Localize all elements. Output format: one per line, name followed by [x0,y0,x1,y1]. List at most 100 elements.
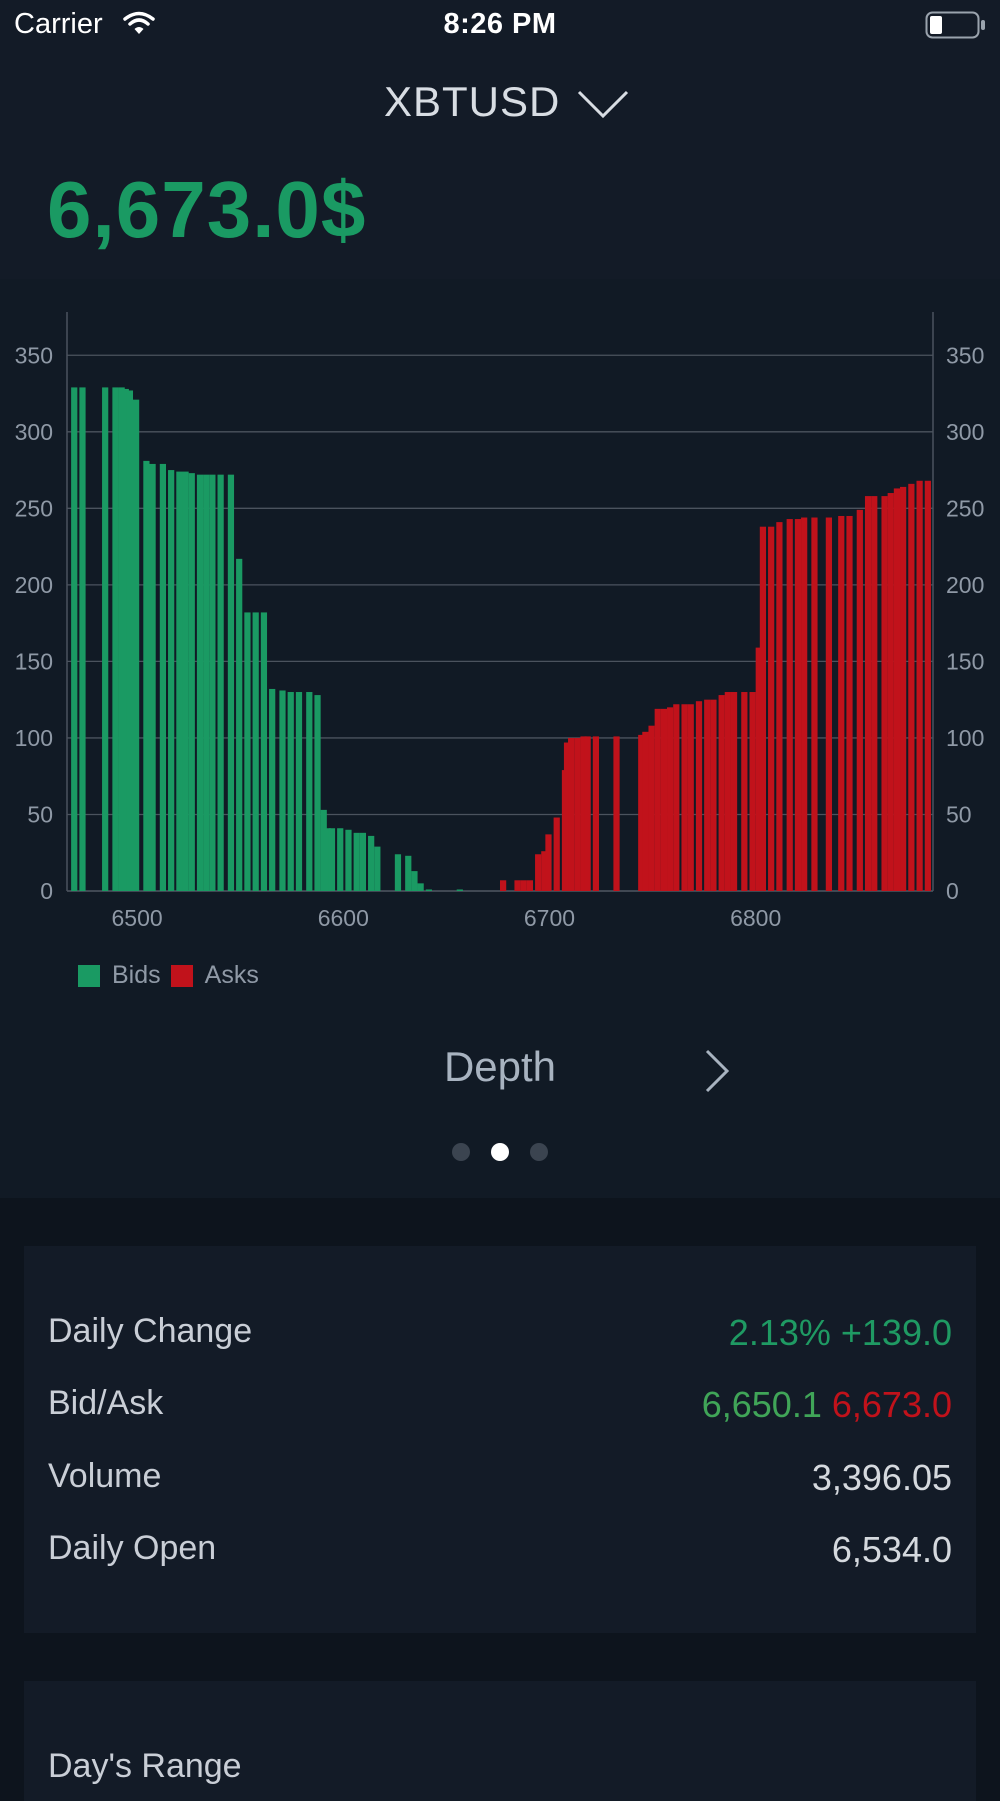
bid-depth-bar [188,473,195,891]
ask-depth-bar [856,509,863,891]
ask-depth-bar [710,699,717,891]
ask-depth-bar [724,692,731,891]
ask-depth-bar [838,515,845,891]
volume-label: Volume [48,1457,162,1495]
bid-depth-bar [417,883,424,891]
stats-card: Daily Change 2.13% +139.0 Bid/Ask 6,650.… [24,1246,976,1633]
ask-depth-bar [900,486,907,891]
ask-depth-bar [592,736,600,891]
ask-depth-bar [887,493,894,891]
ask-depth-bar [681,704,688,891]
y-tick-label-right: 100 [946,725,984,751]
volume-value: 3,396.05 [811,1457,952,1498]
y-tick-label-left: 200 [15,572,53,598]
y-tick-label-right: 250 [946,495,984,521]
status-time: 8:26 PM [443,8,557,40]
bid-depth-bar [394,854,402,891]
ask-depth-bar [741,692,748,891]
ask-depth-bar [881,496,888,891]
pager-title[interactable]: Depth [0,1043,1000,1091]
y-tick-label-right: 350 [946,342,984,368]
y-tick-label-left: 150 [15,648,53,674]
ask-depth-bar [794,519,802,891]
bid-depth-bar [143,460,150,891]
bid-depth-bar [112,387,119,891]
ask-depth-bar [730,692,738,891]
bid-ask-row: Bid/Ask 6,650.1 6,673.0 [48,1384,952,1434]
days-range-title: Day's Range [48,1747,242,1785]
daily-change-row: Daily Change 2.13% +139.0 [48,1312,952,1362]
chevron-right-icon[interactable] [703,1048,731,1099]
bid-depth-bar [411,871,418,891]
bid-ask-values: 6,650.1 6,673.0 [702,1384,952,1426]
bid-value: 6,650.1 [701,1384,822,1425]
bid-depth-bar [244,612,251,891]
page-dot-3[interactable] [530,1143,548,1161]
ask-depth-bar [648,725,655,891]
ask-depth-bar [749,692,756,891]
bid-depth-bar [328,828,336,891]
days-range-card: Day's Range [24,1681,976,1801]
y-tick-label-left: 50 [27,801,53,827]
y-tick-label-right: 50 [946,801,972,827]
ask-depth-bar [704,699,711,891]
symbol-selector[interactable]: XBTUSD [384,78,629,128]
daily-change-label: Daily Change [48,1312,253,1350]
bid-depth-bar [168,470,175,891]
depth-chart[interactable]: 0 0 50 50 100 100 150 150 200 200 250 250 300 300 350 3… [0,279,1000,939]
bid-depth-bar [203,474,210,891]
y-tick-label-right: 150 [946,648,984,674]
y-tick-label-left: 350 [15,342,53,368]
bid-depth-bar [102,387,109,891]
symbol-label: XBTUSD [384,78,561,125]
ask-value: 6,673.0 [831,1384,952,1425]
ask-depth-bar [667,707,674,891]
y-tick-label-left: 0 [40,878,53,904]
chevron-down-icon[interactable] [576,88,630,125]
x-tick-label: 6700 [524,905,575,931]
x-tick-label: 6500 [112,905,163,931]
ask-depth-bar [846,515,853,891]
page-dot-1[interactable] [452,1143,470,1161]
bid-depth-bar [314,695,321,891]
ask-depth-bar [584,736,591,891]
ask-depth-bar [654,708,661,891]
y-tick-label-right: 300 [946,419,984,445]
bid-depth-bar [196,474,204,891]
asks-legend-label: Asks [204,961,259,989]
bid-depth-bar [337,828,344,891]
bid-depth-bar [149,463,156,891]
bid-depth-bar [227,474,235,891]
bid-depth-bar [79,387,86,891]
ask-depth-bar [825,517,833,891]
ask-depth-bar [687,704,694,891]
ask-depth-bar [908,483,915,891]
ask-depth-bar [924,480,931,891]
chart-legend: Bids Asks [78,961,269,990]
ask-depth-bar [801,517,808,891]
bid-depth-bar [159,463,167,891]
ask-depth-bar [718,695,725,891]
ask-depth-bar [811,517,818,891]
ask-depth-bar [916,480,923,891]
ask-depth-bar [526,880,534,891]
y-tick-label-right: 200 [946,572,984,598]
bid-depth-bar [182,471,189,891]
page-dot-2[interactable] [491,1143,509,1161]
daily-open-value: 6,534.0 [831,1529,952,1570]
volume-row: Volume 3,396.05 [48,1457,952,1507]
bid-depth-bar [306,692,313,891]
bid-depth-bar [176,471,183,891]
bids-legend-label: Bids [112,961,161,989]
ask-depth-bar [660,708,668,891]
bid-depth-bar [368,835,375,891]
bid-depth-bar [456,889,463,891]
ask-depth-bar [545,834,552,891]
bid-depth-bar [405,855,412,891]
bid-depth-bar [132,399,140,891]
bid-depth-bar [287,692,294,891]
bid-depth-bar [279,690,286,891]
ask-depth-bar [695,701,703,891]
x-tick-label: 6800 [730,905,781,931]
bid-depth-bar [374,846,381,891]
